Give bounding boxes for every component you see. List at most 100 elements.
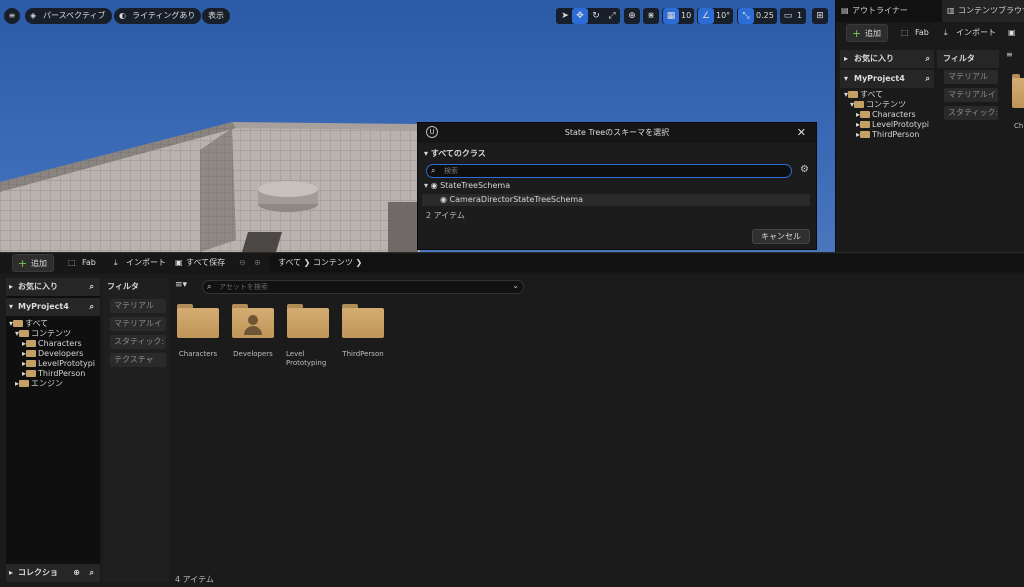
search-icon[interactable]: ⌕ — [926, 50, 930, 68]
tab-outliner-label: アウトライナー — [852, 6, 908, 15]
sort-icon[interactable]: ≡ — [1006, 50, 1013, 59]
folder-thirdperson[interactable] — [342, 304, 384, 338]
filter-static-mesh[interactable]: スタティック: — [944, 106, 998, 120]
import-button[interactable]: ⤓ インポート — [112, 254, 166, 272]
schema-picker-dialog: U State Treeのスキーマを選択 ✕ ▾ すべてのクラス ⌕ 検索 ⚙ … — [417, 122, 817, 250]
translate-icon[interactable]: ✥ — [572, 8, 588, 24]
folder-level-prototyping[interactable] — [287, 304, 329, 338]
folder-icon — [26, 340, 37, 347]
world-icon[interactable]: ⊕ — [624, 8, 640, 24]
tree-item-thirdperson[interactable]: ▸ ThirdPerson — [22, 369, 85, 379]
import-label: インポート — [126, 258, 166, 267]
settings-gear-icon[interactable]: ⚙ — [800, 164, 809, 175]
back-arrow-icon[interactable]: ⊖ — [239, 254, 246, 272]
project-header[interactable]: ▾ MyProject4 ⌕ — [6, 298, 100, 316]
chevron-down-icon: ⌄ — [512, 281, 519, 290]
folder-icon — [848, 91, 859, 98]
folder-icon — [860, 111, 871, 118]
search-icon[interactable]: ⌕ — [926, 70, 930, 88]
all-classes-section[interactable]: ▾ すべてのクラス — [424, 148, 486, 159]
tree-item-label: Characters — [38, 339, 82, 348]
class-item-cameradirector[interactable]: ◉ CameraDirectorStateTreeSchema — [440, 195, 583, 205]
close-icon[interactable]: ✕ — [797, 123, 806, 143]
scale-snap-value: 0.25 — [756, 11, 774, 20]
perspective-button[interactable]: ◈ パースペクティブ — [25, 8, 112, 24]
asset-search-input[interactable]: ⌕ アセットを検索 ⌄ — [202, 280, 524, 294]
tree-item-engine[interactable]: ▸ エンジン — [15, 379, 63, 389]
folder-characters[interactable] — [177, 304, 219, 338]
filter-material-instance[interactable]: マテリアルイ — [944, 88, 998, 102]
fab-icon: ⬚ — [68, 258, 76, 267]
add-button[interactable]: + 追加 — [846, 24, 888, 42]
breadcrumb-separator-icon[interactable]: ❯ — [355, 258, 362, 267]
person-icon — [248, 315, 258, 325]
breadcrumb: すべて ❯ コンテンツ ❯ — [270, 254, 1024, 272]
collapsed-arrow-icon: ▸ — [844, 54, 849, 63]
layout-icon[interactable]: ⊞ — [812, 8, 828, 24]
tree-item-levelprototyping[interactable]: ▸ LevelPrototypi — [856, 120, 934, 130]
tab-content-browser[interactable]: ▥ コンテンツブラウザ — [942, 0, 1024, 22]
cb-sources-panel: ▸ お気に入り ⌕ ▾ MyProject4 ⌕ ▾ すべて ▾ コンテンツ ▸ Ch… — [6, 278, 100, 582]
lighting-label: ライティングあり — [132, 11, 196, 20]
filter-texture[interactable]: テクスチャ — [110, 353, 166, 367]
filter-dropdown-icon[interactable]: ≡▾ — [175, 280, 187, 290]
lighting-button[interactable]: ◐ ライティングあり — [114, 8, 202, 24]
tree-item-characters[interactable]: ▸ Characters — [856, 110, 916, 120]
search-icon[interactable]: ⌕ — [90, 298, 94, 316]
surface-snap-icon[interactable]: ⋇ — [643, 8, 659, 24]
search-input[interactable]: ⌕ 検索 — [426, 164, 792, 178]
cancel-button[interactable]: キャンセル — [752, 229, 810, 244]
collections-header[interactable]: ▸ コレクショ ⊕ ⌕ — [6, 564, 100, 582]
folder-icon — [26, 350, 37, 357]
fab-button[interactable]: ⬚ Fab — [66, 254, 96, 272]
tree-item-all[interactable]: ▾ すべて — [9, 319, 48, 329]
filter-material[interactable]: マテリアル — [110, 299, 166, 313]
expanded-arrow-icon: ▾ — [844, 74, 849, 83]
fab-button[interactable]: ⬚ Fab — [899, 24, 929, 42]
breadcrumb-content[interactable]: コンテンツ — [313, 258, 353, 267]
scale-icon[interactable]: ⤢ — [604, 8, 620, 24]
tree-item-levelprototyping[interactable]: ▸ LevelPrototypi — [22, 359, 98, 369]
folder-thumbnail[interactable] — [1012, 74, 1024, 108]
save-all-button[interactable]: ▣ すべて保存 — [174, 254, 225, 272]
filter-material[interactable]: マテリアル — [944, 70, 998, 84]
tree-item-all[interactable]: ▾ すべて — [844, 90, 883, 100]
show-button[interactable]: 表示 — [202, 8, 230, 24]
tree-item-label: LevelPrototypi — [38, 359, 96, 368]
add-button[interactable]: + 追加 — [12, 254, 54, 272]
tree-item-developers[interactable]: ▸ Developers — [22, 349, 83, 359]
search-icon[interactable]: ⌕ — [90, 564, 94, 582]
tab-outliner[interactable]: ▤ アウトライナー — [836, 0, 940, 22]
favorites-label: お気に入り — [18, 282, 58, 291]
tree-item-label: LevelPrototypi — [872, 120, 930, 129]
favorites-header[interactable]: ▸ お気に入り ⌕ — [840, 50, 934, 68]
add-collection-icon[interactable]: ⊕ — [73, 564, 80, 582]
favorites-header[interactable]: ▸ お気に入り ⌕ — [6, 278, 100, 296]
import-button[interactable]: ⤓ インポート — [942, 24, 996, 42]
tree-item-characters[interactable]: ▸ Characters — [22, 339, 82, 349]
tree-item-content[interactable]: ▾ コンテンツ — [15, 329, 71, 339]
rotate-icon[interactable]: ↻ — [588, 8, 604, 24]
folder-icon — [19, 330, 30, 337]
filter-material-instance[interactable]: マテリアルイ — [110, 317, 166, 331]
project-header[interactable]: ▾ MyProject4 ⌕ — [840, 70, 934, 88]
save-icon[interactable]: ▣ — [1008, 24, 1016, 42]
scale-snap-icon: ⤡ — [738, 8, 754, 24]
plus-icon: + — [18, 257, 28, 270]
class-item-statetreeschema[interactable]: ▾ ◉ StateTreeSchema — [424, 181, 510, 191]
forward-arrow-icon[interactable]: ⊕ — [254, 254, 261, 272]
breadcrumb-all[interactable]: すべて — [278, 258, 301, 267]
outliner-icon: ▤ — [841, 6, 849, 15]
search-icon[interactable]: ⌕ — [90, 278, 94, 296]
hamburger-icon[interactable]: ≡ — [4, 8, 20, 24]
fab-label: Fab — [82, 258, 96, 267]
tree-item-thirdperson[interactable]: ▸ ThirdPerson — [856, 130, 919, 140]
grid-snap-value: 10 — [681, 11, 692, 20]
class-icon: ◉ — [430, 181, 441, 190]
select-icon[interactable]: ➤ — [557, 8, 573, 24]
folder-label: Level Prototyping — [286, 350, 327, 367]
filter-static-mesh[interactable]: スタティック: — [110, 335, 166, 349]
folder-developers[interactable] — [232, 304, 274, 338]
import-label: インポート — [956, 28, 996, 37]
tree-item-content[interactable]: ▾ コンテンツ — [850, 100, 906, 110]
